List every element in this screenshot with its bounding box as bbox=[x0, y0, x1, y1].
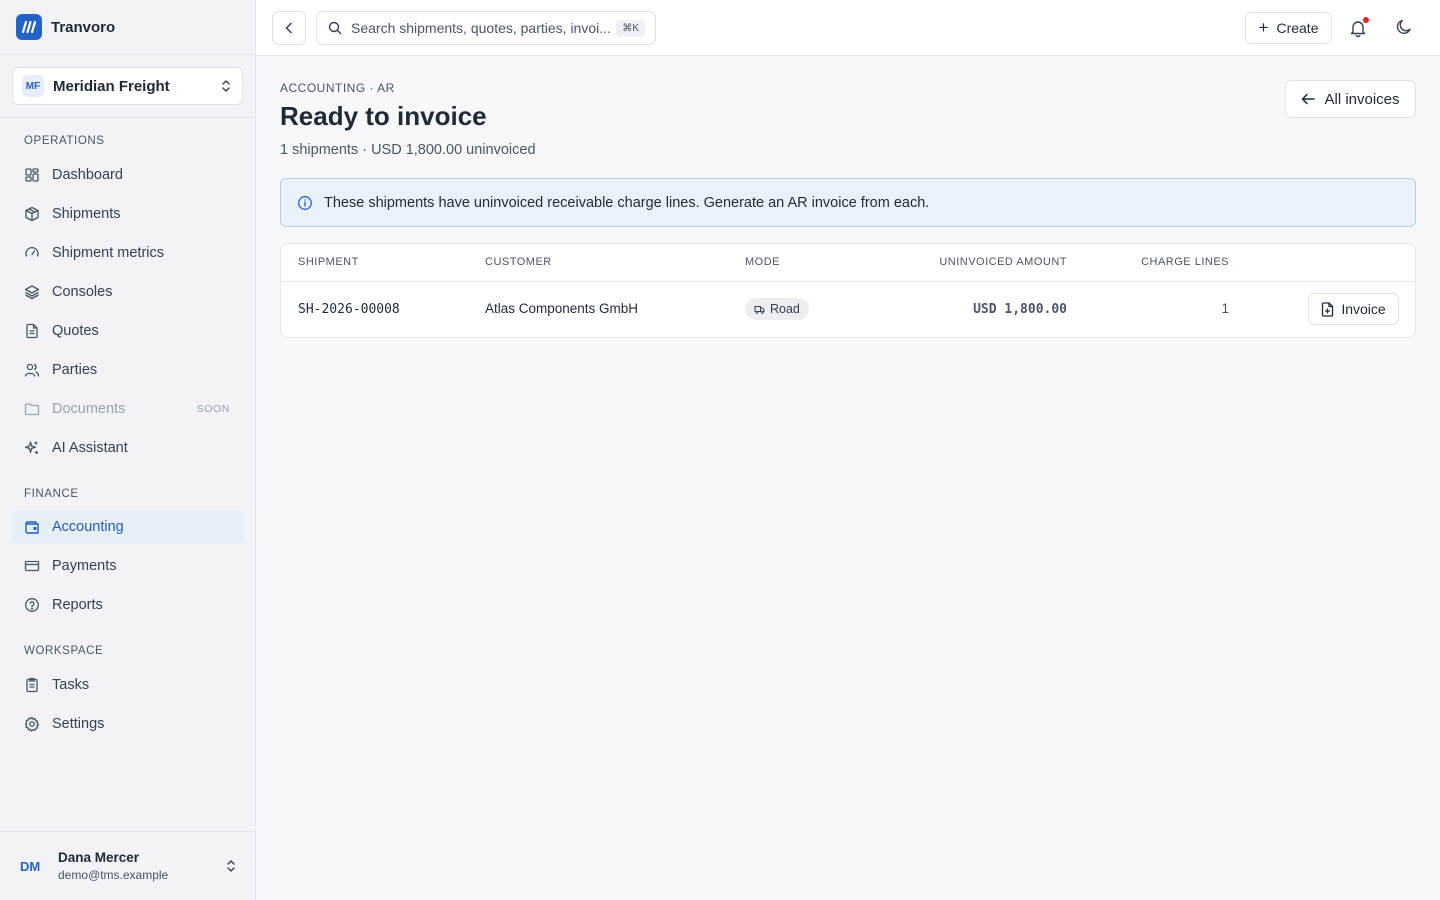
user-name: Dana Mercer bbox=[58, 850, 140, 865]
org-name: Meridian Freight bbox=[53, 77, 170, 95]
sidebar-item-shipment-metrics[interactable]: Shipment metrics bbox=[12, 236, 244, 270]
ready-to-invoice-table: SHIPMENT CUSTOMER MODE UNINVOICED AMOUNT… bbox=[280, 243, 1416, 338]
invoice-label: Invoice bbox=[1341, 301, 1386, 317]
theme-toggle-button[interactable] bbox=[1394, 17, 1414, 42]
file-text-icon bbox=[26, 323, 38, 339]
org-switcher[interactable]: MF Meridian Freight bbox=[12, 67, 243, 105]
info-text: These shipments have uninvoiced receivab… bbox=[324, 194, 930, 211]
breadcrumb: ACCOUNTING · AR bbox=[280, 81, 395, 95]
plus-icon: + bbox=[1258, 18, 1269, 37]
column-header-uninvoiced-amount: UNINVOICED AMOUNT bbox=[939, 256, 1067, 268]
mode-label: Road bbox=[770, 302, 800, 316]
sidebar-item-payments[interactable]: Payments bbox=[12, 549, 244, 583]
info-banner: These shipments have uninvoiced receivab… bbox=[280, 178, 1416, 227]
notification-dot bbox=[1363, 17, 1369, 23]
brand[interactable]: Tranvoro bbox=[0, 0, 255, 55]
sidebar-item-label: Shipments bbox=[52, 206, 121, 222]
sidebar-item-parties[interactable]: Parties bbox=[12, 353, 244, 387]
credit-card-icon bbox=[24, 560, 40, 572]
customer-name: Atlas Components GmbH bbox=[485, 301, 639, 316]
create-label: Create bbox=[1276, 20, 1319, 36]
invoice-button[interactable]: Invoice bbox=[1308, 293, 1399, 325]
sidebar-item-accounting[interactable]: Accounting bbox=[12, 510, 244, 544]
sidebar-item-dashboard[interactable]: Dashboard bbox=[12, 158, 244, 192]
sidebar-item-label: Tasks bbox=[52, 677, 90, 693]
page-title: Ready to invoice bbox=[280, 101, 487, 131]
sidebar-item-label: Documents bbox=[52, 401, 126, 417]
sidebar-item-label: Parties bbox=[52, 362, 98, 378]
sidebar-item-settings[interactable]: Settings bbox=[12, 707, 244, 741]
section-label-finance: FINANCE bbox=[24, 488, 79, 500]
layers-icon bbox=[24, 285, 40, 300]
chevrons-up-down-icon bbox=[227, 860, 235, 872]
info-icon bbox=[298, 195, 312, 210]
sidebar-item-label: AI Assistant bbox=[52, 440, 128, 456]
truck-icon bbox=[754, 305, 765, 314]
user-menu[interactable]: DM Dana Mercer demo@tms.example bbox=[0, 831, 255, 900]
arrow-left-icon bbox=[1302, 93, 1316, 105]
soon-badge: SOON bbox=[196, 403, 230, 415]
folder-icon bbox=[24, 403, 40, 416]
search-shortcut: ⌘K bbox=[616, 19, 645, 37]
section-label-operations: OPERATIONS bbox=[24, 135, 105, 147]
moon-icon bbox=[1396, 19, 1411, 34]
file-plus-icon bbox=[1322, 301, 1334, 317]
sidebar-item-label: Quotes bbox=[52, 323, 99, 339]
notifications-button[interactable] bbox=[1346, 16, 1370, 40]
org-badge: MF bbox=[22, 75, 44, 97]
clipboard-icon bbox=[26, 677, 38, 693]
topbar: Search shipments, quotes, parties, invoi… bbox=[256, 0, 1440, 56]
sidebar-item-quotes[interactable]: Quotes bbox=[12, 314, 244, 348]
page-subtitle: 1 shipments · USD 1,800.00 uninvoiced bbox=[280, 142, 536, 158]
shipment-id-link[interactable]: SH-2026-00008 bbox=[298, 302, 400, 317]
all-invoices-label: All invoices bbox=[1324, 90, 1400, 108]
sidebar-item-tasks[interactable]: Tasks bbox=[12, 668, 244, 702]
uninvoiced-amount: USD 1,800.00 bbox=[973, 302, 1067, 317]
section-label-workspace: WORKSPACE bbox=[24, 645, 104, 657]
package-icon bbox=[25, 206, 39, 222]
column-header-charge-lines: CHARGE LINES bbox=[1141, 256, 1229, 268]
sidebar: Tranvoro MF Meridian Freight OPERATIONS … bbox=[0, 0, 256, 900]
sidebar-item-shipments[interactable]: Shipments bbox=[12, 197, 244, 231]
sidebar-item-reports[interactable]: Reports bbox=[12, 588, 244, 622]
collapse-sidebar-button[interactable] bbox=[272, 11, 306, 45]
wallet-icon bbox=[25, 521, 39, 534]
sidebar-item-label: Consoles bbox=[52, 284, 113, 300]
sidebar-item-label: Reports bbox=[52, 597, 103, 613]
sidebar-item-label: Shipment metrics bbox=[52, 245, 165, 261]
sparkles-icon bbox=[24, 441, 38, 454]
chevron-left-icon bbox=[285, 22, 292, 34]
search-input[interactable]: Search shipments, quotes, parties, invoi… bbox=[316, 11, 656, 45]
sidebar-item-label: Accounting bbox=[52, 519, 124, 535]
user-email: demo@tms.example bbox=[58, 868, 169, 882]
all-invoices-button[interactable]: All invoices bbox=[1285, 80, 1416, 118]
mode-badge: Road bbox=[745, 298, 809, 320]
sidebar-item-label: Dashboard bbox=[52, 167, 123, 183]
chevrons-up-down-icon bbox=[222, 80, 230, 92]
brand-logo-icon bbox=[16, 14, 42, 40]
sidebar-item-label: Payments bbox=[52, 558, 117, 574]
sidebar-item-ai-assistant[interactable]: AI Assistant bbox=[12, 431, 244, 465]
dashboard-icon bbox=[25, 168, 39, 182]
brand-name: Tranvoro bbox=[51, 18, 116, 36]
help-circle-icon bbox=[25, 598, 39, 612]
users-icon bbox=[24, 363, 40, 377]
create-button[interactable]: + Create bbox=[1245, 12, 1332, 44]
column-header-mode: MODE bbox=[745, 256, 780, 268]
avatar: DM bbox=[20, 858, 41, 874]
search-icon bbox=[328, 21, 342, 35]
search-placeholder: Search shipments, quotes, parties, invoi… bbox=[351, 20, 611, 36]
charge-lines-count: 1 bbox=[1221, 301, 1229, 316]
column-header-customer: CUSTOMER bbox=[485, 256, 552, 268]
sidebar-item-label: Settings bbox=[52, 716, 105, 732]
sidebar-item-consoles[interactable]: Consoles bbox=[12, 275, 244, 309]
gear-icon bbox=[24, 716, 40, 732]
gauge-icon bbox=[25, 246, 39, 257]
sidebar-item-documents: Documents SOON bbox=[12, 392, 244, 426]
column-header-shipment: SHIPMENT bbox=[298, 256, 359, 268]
